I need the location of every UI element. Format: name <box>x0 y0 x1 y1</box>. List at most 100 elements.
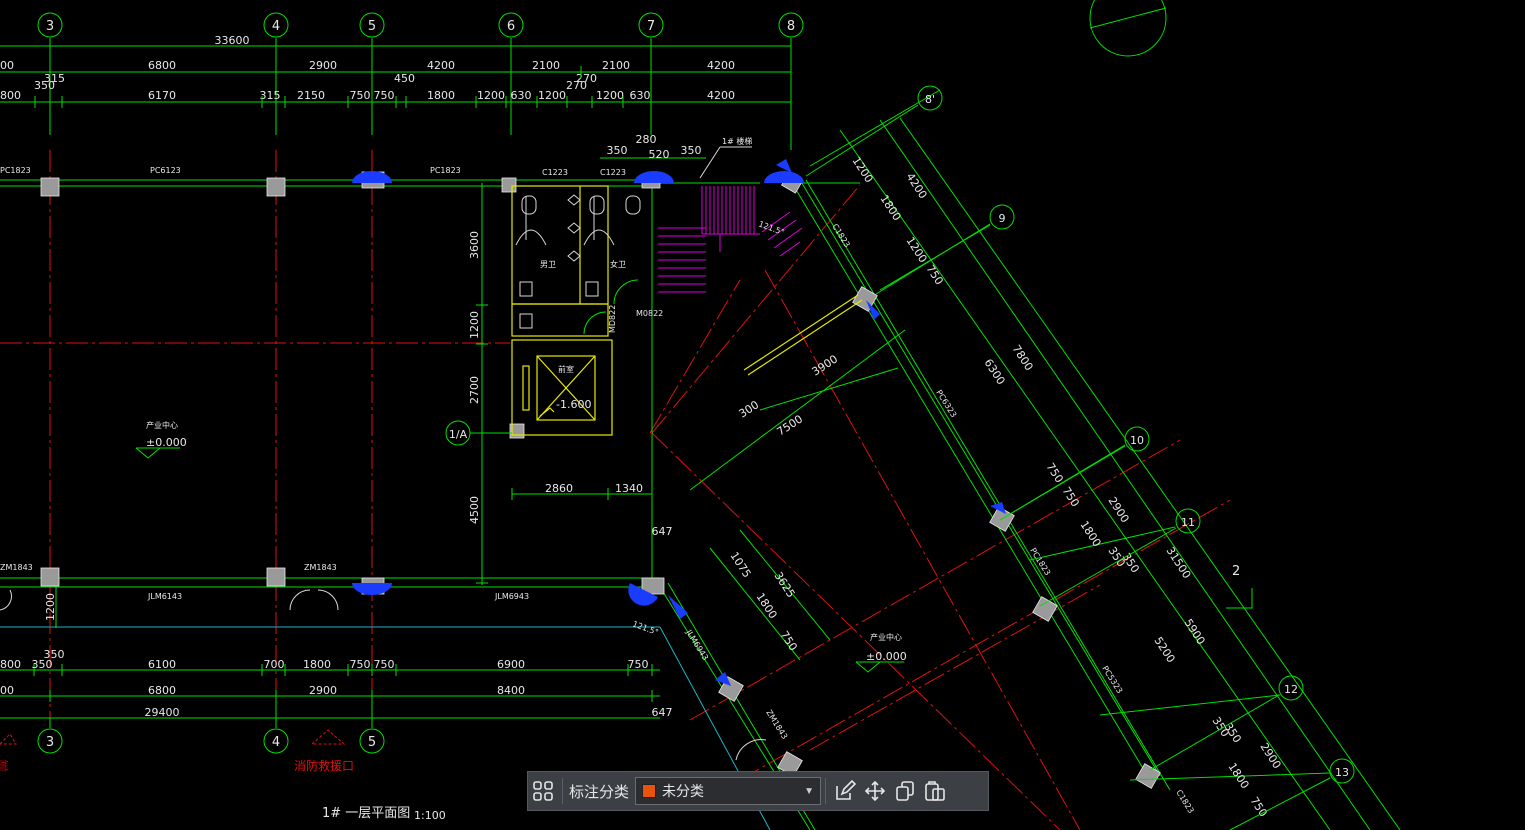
bdim-r1-4: 750 <box>350 658 371 671</box>
bdim-total: 29400 <box>145 706 180 719</box>
vdim-4500: 4500 <box>468 496 481 524</box>
dim-top-4: 2100 <box>532 59 560 72</box>
inner-diag-dims: 3900 300 7500 1075 3625 1800 750 121.5° <box>631 294 906 661</box>
inner-dim-300: 300 <box>737 398 762 420</box>
axis-top-6: 6 <box>507 19 515 34</box>
inner-dim-750: 750 <box>777 629 799 654</box>
grid-icon[interactable] <box>528 776 558 806</box>
category-label: 标注分类 <box>569 783 630 801</box>
vdim-2700: 2700 <box>468 376 481 404</box>
stair-dim-280: 280 <box>636 133 657 146</box>
axis-top-3: 3 <box>46 19 54 34</box>
inner-dim-3625: 3625 <box>771 570 797 601</box>
fire-rescue-cut: 消防救援口 <box>0 758 8 773</box>
dim-top-cut-4: 450 <box>394 72 415 85</box>
axis-bubbles-bottom: 3 4 5 <box>37 728 385 754</box>
paste-icon[interactable] <box>920 776 950 806</box>
edit-icon[interactable] <box>830 776 860 806</box>
vdim-3600: 3600 <box>468 231 481 259</box>
room-men: 男卫 <box>540 260 556 269</box>
category-color-swatch <box>642 784 657 798</box>
room-front: 前室 <box>558 364 574 374</box>
bdim-r2-0: 6800 <box>148 684 176 697</box>
axis-top-4: 4 <box>272 19 280 34</box>
cad-drawing-canvas[interactable]: 3 4 5 6 7 8 33600 6800 2900 4200 2100 21… <box>0 0 1525 830</box>
fire-rescue-label: 消防救援口 <box>294 758 354 773</box>
drawing-title-text: 1# 一层平面图 <box>322 806 410 821</box>
angle-bottom: 121.5° <box>631 619 659 637</box>
axis-diag-12: 12 <box>1284 683 1298 696</box>
dim-top-cut-6: 270 <box>576 72 597 85</box>
top-dimensions: 33600 6800 2900 4200 2100 2100 4200 6170… <box>0 34 792 108</box>
axis-bottom-5: 5 <box>368 735 376 750</box>
window-label-0: PC1823 <box>0 166 31 175</box>
section-label-2: 2 <box>1232 564 1240 579</box>
rdim-6: 7800 <box>1009 343 1035 374</box>
toolbar-divider-2 <box>825 778 827 804</box>
door-swings <box>0 589 767 761</box>
axis-diag-9: 9 <box>999 212 1006 225</box>
inner-dim-1800: 1800 <box>753 591 779 622</box>
dim-top-cut-3: 315 <box>44 72 65 85</box>
bdim-cut-0: 800 <box>0 658 21 671</box>
dim-top-r2-9: 1200 <box>596 89 624 102</box>
elevator-elev: -1.600 <box>556 398 591 411</box>
dim-top-5: 2100 <box>602 59 630 72</box>
drawing-title: 1# 一层平面图 1:100 <box>322 806 446 822</box>
rdim-8: 750 <box>1059 485 1081 510</box>
room-women: 女卫 <box>610 259 626 269</box>
dim-top-6: 4200 <box>707 59 735 72</box>
elev-zero-1: ±0.000 <box>146 436 187 449</box>
door-label-1: ZM1843 <box>304 563 337 572</box>
category-dropdown[interactable]: 未分类 ▼ <box>635 777 822 805</box>
stair: 121.5° <box>658 186 803 293</box>
bdim-r2-2: 8400 <box>497 684 525 697</box>
dim-top-r2-11: 4200 <box>707 89 735 102</box>
door-m0822: M0822 <box>636 309 663 318</box>
axis-diag-11: 11 <box>1181 516 1195 529</box>
window-label-3: C1223 <box>542 168 568 177</box>
inner-dim-3900: 3900 <box>810 352 841 378</box>
annotation-toolbar: 标注分类 未分类 ▼ <box>527 771 989 811</box>
rdim-7: 750 <box>1043 461 1065 486</box>
vertical-dims: 3600 1200 2700 4500 1200 <box>44 185 488 628</box>
axis-bottom-4: 4 <box>272 735 280 750</box>
bdim-r1-1: 6100 <box>148 658 176 671</box>
inner-dim-1075: 1075 <box>727 550 753 581</box>
door-md822: MD822 <box>608 305 617 333</box>
axis-diag-13: 13 <box>1335 766 1349 779</box>
axis-top-7: 7 <box>647 19 655 34</box>
dim-top-r2-1: 315 <box>260 89 281 102</box>
move-icon[interactable] <box>860 776 890 806</box>
dim-top-r2-7: 630 <box>511 89 532 102</box>
toolbar-divider <box>562 778 563 804</box>
stair-label: 1# 楼梯 <box>722 136 752 146</box>
axis-bottom-3: 3 <box>46 735 54 750</box>
door-label-0: ZM1843 <box>0 563 33 572</box>
rdim-10: 1800 <box>1077 519 1103 550</box>
axis-top-5: 5 <box>368 19 376 34</box>
diag-window-4: C1823 <box>1174 788 1195 815</box>
copy-icon[interactable] <box>890 776 920 806</box>
dim-top-1: 6800 <box>148 59 176 72</box>
diag-door-6: ZM1843 <box>764 708 789 741</box>
window-label-1: PC6123 <box>150 166 181 175</box>
rdim-4: 750 <box>923 263 945 288</box>
rdim-18: 2900 <box>1257 741 1283 772</box>
rdim-15: 5900 <box>1181 617 1207 648</box>
bdim-cut-1: 00 <box>0 684 14 697</box>
axis-top-8: 8 <box>787 19 795 34</box>
rdim-14: 5200 <box>1151 635 1177 666</box>
dim-top-r2-8: 1200 <box>538 89 566 102</box>
rdim-13: 31500 <box>1163 545 1193 581</box>
door-label-3: JLM6943 <box>494 592 529 601</box>
window-label-4: C1223 <box>600 168 626 177</box>
rdim-0: 1200 <box>849 155 875 186</box>
bdim-r1-5: 750 <box>374 658 395 671</box>
stair-dim-520: 520 <box>649 148 670 161</box>
room-name-1: 产业中心 <box>146 420 178 430</box>
stair-dim-350b: 350 <box>681 144 702 157</box>
dim-647-top: 647 <box>652 525 673 538</box>
bottom-dims: 350 6100 700 1800 750 750 6900 750 800 0… <box>0 648 660 728</box>
room-name-2: 产业中心 <box>870 632 902 642</box>
